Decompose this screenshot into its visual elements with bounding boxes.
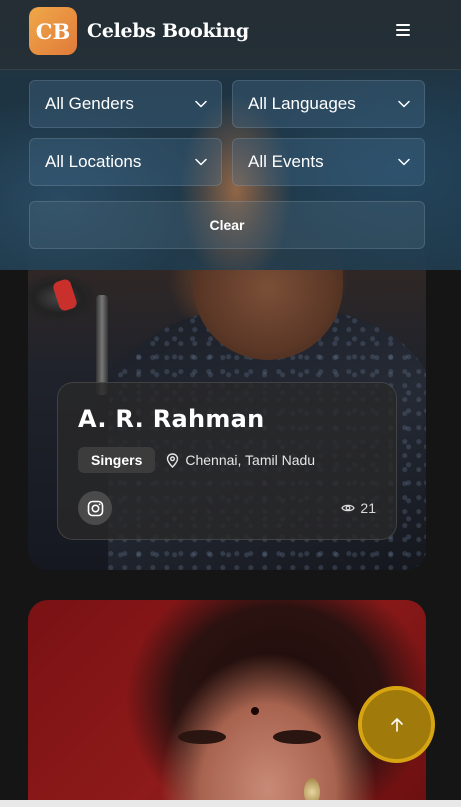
logo[interactable]: CB xyxy=(29,7,77,55)
arrow-up-icon xyxy=(390,717,403,732)
brand-name[interactable]: Celebs Booking xyxy=(87,20,249,42)
event-select[interactable]: All Events xyxy=(232,138,425,186)
photo-mic-stand xyxy=(96,295,108,395)
category-badge[interactable]: Singers xyxy=(78,447,156,473)
celebrity-info-panel: A. R. Rahman Singers Chennai, Tamil Nadu xyxy=(57,382,397,540)
view-count-value: 21 xyxy=(360,500,376,516)
clear-filters-button[interactable]: Clear xyxy=(29,201,425,249)
header-bar: CB Celebs Booking xyxy=(0,0,461,70)
bottom-edge xyxy=(0,800,461,807)
page: A. R. Rahman Singers Chennai, Tamil Nadu xyxy=(0,0,461,807)
chevron-down-icon xyxy=(195,158,207,166)
map-pin-icon xyxy=(167,452,179,468)
hamburger-menu-icon xyxy=(393,24,413,36)
chevron-down-icon xyxy=(195,100,207,108)
event-select-value: All Events xyxy=(248,152,324,171)
photo-eye-left xyxy=(178,730,226,744)
scroll-to-top-button[interactable] xyxy=(358,686,435,763)
chevron-down-icon xyxy=(398,100,410,108)
gender-select[interactable]: All Genders xyxy=(29,80,222,128)
language-select[interactable]: All Languages xyxy=(232,80,425,128)
celebrity-meta-row: Singers Chennai, Tamil Nadu xyxy=(78,447,376,473)
chevron-down-icon xyxy=(398,158,410,166)
location-select-value: All Locations xyxy=(45,152,142,171)
view-count: 21 xyxy=(341,500,376,516)
photo-eye-right xyxy=(273,730,321,744)
celebrity-name[interactable]: A. R. Rahman xyxy=(78,405,376,433)
language-select-value: All Languages xyxy=(248,94,356,113)
gender-select-value: All Genders xyxy=(45,94,134,113)
card-actions-row: 21 xyxy=(78,491,376,525)
location-select[interactable]: All Locations xyxy=(29,138,222,186)
location-text: Chennai, Tamil Nadu xyxy=(185,452,316,468)
location-info: Chennai, Tamil Nadu xyxy=(166,452,315,468)
instagram-icon xyxy=(87,500,103,516)
filter-overlay: CB Celebs Booking All Genders All Langua… xyxy=(0,0,461,270)
photo-bindi xyxy=(251,707,259,715)
eye-icon xyxy=(341,504,356,512)
instagram-button[interactable] xyxy=(78,491,112,525)
menu-button[interactable] xyxy=(393,22,413,40)
